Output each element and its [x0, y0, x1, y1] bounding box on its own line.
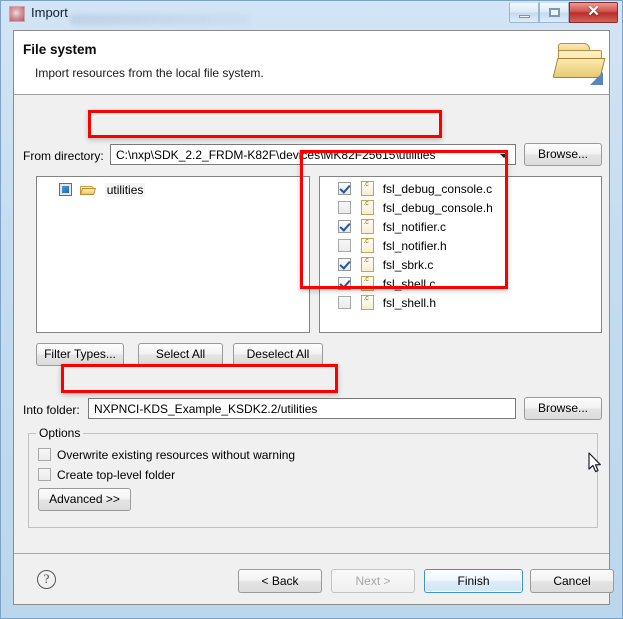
file-checkbox[interactable]	[338, 296, 351, 309]
wizard-header: File system Import resources from the lo…	[14, 31, 609, 95]
options-legend: Options	[36, 426, 84, 440]
advanced-button[interactable]: Advanced >>	[38, 488, 131, 511]
list-item[interactable]: fsl_notifier.c	[338, 219, 446, 238]
file-checkbox[interactable]	[338, 182, 351, 195]
window-title: Import	[31, 5, 68, 20]
tree-item-utilities[interactable]: utilities	[59, 183, 146, 200]
directory-tree-pane[interactable]: utilities	[36, 176, 310, 333]
tree-item-label: utilities	[104, 183, 146, 197]
c-file-icon	[361, 257, 375, 272]
c-file-icon	[361, 219, 375, 234]
deselect-all-button[interactable]: Deselect All	[233, 343, 323, 366]
into-folder-value: NXPNCI-KDS_Example_KSDK2.2/utilities	[94, 402, 318, 416]
overwrite-existing-resources-label: Overwrite existing resources without war…	[57, 448, 296, 462]
overwrite-existing-resources-checkbox-row[interactable]: Overwrite existing resources without war…	[38, 448, 295, 462]
import-dialog-window: Import ✕ File system Import resources fr…	[0, 0, 623, 619]
help-icon[interactable]: ?	[37, 570, 56, 589]
open-folder-icon	[552, 39, 608, 89]
from-directory-combo[interactable]: C:\nxp\SDK_2.2_FRDM-K82F\devices\MK82F25…	[110, 144, 516, 165]
finish-button[interactable]: Finish	[424, 569, 523, 593]
file-name-label: fsl_debug_console.c	[382, 182, 493, 196]
file-checkbox[interactable]	[338, 239, 351, 252]
c-file-icon	[361, 181, 375, 196]
c-file-icon	[361, 276, 375, 291]
footer-separator	[14, 553, 609, 554]
file-name-label: fsl_notifier.h	[382, 239, 447, 253]
list-item[interactable]: fsl_debug_console.c	[338, 181, 492, 200]
into-folder-input[interactable]: NXPNCI-KDS_Example_KSDK2.2/utilities	[88, 398, 516, 419]
mouse-cursor	[588, 452, 601, 473]
next-button: Next >	[331, 569, 415, 593]
background-ghost-text	[70, 14, 250, 25]
list-item[interactable]: fsl_shell.h	[338, 295, 436, 314]
c-file-icon	[361, 238, 375, 253]
file-checkbox[interactable]	[338, 201, 351, 214]
import-wizard-icon	[9, 6, 25, 22]
dialog-client-area: File system Import resources from the lo…	[13, 30, 614, 605]
file-name-label: fsl_sbrk.c	[382, 258, 434, 272]
list-item[interactable]: fsl_debug_console.h	[338, 200, 493, 219]
chevron-down-icon[interactable]	[500, 154, 508, 158]
wizard-body: From directory: C:\nxp\SDK_2.2_FRDM-K82F…	[14, 96, 609, 549]
filter-types-button[interactable]: Filter Types...	[36, 343, 124, 366]
create-top-level-folder-checkbox[interactable]	[38, 468, 51, 481]
close-button[interactable]: ✕	[569, 2, 618, 23]
file-name-label: fsl_debug_console.h	[382, 201, 493, 215]
page-description: Import resources from the local file sys…	[35, 66, 264, 80]
page-title: File system	[23, 42, 97, 57]
browse-from-directory-button[interactable]: Browse...	[524, 143, 602, 166]
cancel-button[interactable]: Cancel	[530, 569, 614, 593]
list-item[interactable]: fsl_shell.c	[338, 276, 435, 295]
c-file-icon	[361, 295, 375, 310]
list-item[interactable]: fsl_notifier.h	[338, 238, 447, 257]
close-icon: ✕	[587, 4, 600, 20]
select-all-button[interactable]: Select All	[138, 343, 223, 366]
tree-checkbox[interactable]	[59, 183, 72, 196]
maximize-button[interactable]	[539, 2, 569, 23]
c-file-icon	[361, 200, 375, 215]
list-item[interactable]: fsl_sbrk.c	[338, 257, 433, 276]
file-name-label: fsl_shell.c	[382, 277, 436, 291]
overwrite-existing-resources-checkbox[interactable]	[38, 448, 51, 461]
file-checkbox[interactable]	[338, 258, 351, 271]
file-checkbox[interactable]	[338, 220, 351, 233]
file-list-pane[interactable]: fsl_debug_console.c fsl_debug_console.h …	[319, 176, 602, 333]
title-bar[interactable]: Import ✕	[0, 0, 623, 28]
folder-icon	[80, 184, 95, 196]
from-directory-value: C:\nxp\SDK_2.2_FRDM-K82F\devices\MK82F25…	[116, 148, 436, 162]
from-directory-label: From directory:	[23, 149, 104, 163]
file-checkbox[interactable]	[338, 277, 351, 290]
minimize-button[interactable]	[509, 2, 539, 23]
create-top-level-folder-checkbox-row[interactable]: Create top-level folder	[38, 468, 175, 482]
browse-into-folder-button[interactable]: Browse...	[524, 397, 602, 420]
create-top-level-folder-label: Create top-level folder	[57, 468, 176, 482]
file-name-label: fsl_shell.h	[382, 296, 437, 310]
file-name-label: fsl_notifier.c	[382, 220, 447, 234]
back-button[interactable]: < Back	[238, 569, 322, 593]
into-folder-label: Into folder:	[23, 403, 80, 417]
